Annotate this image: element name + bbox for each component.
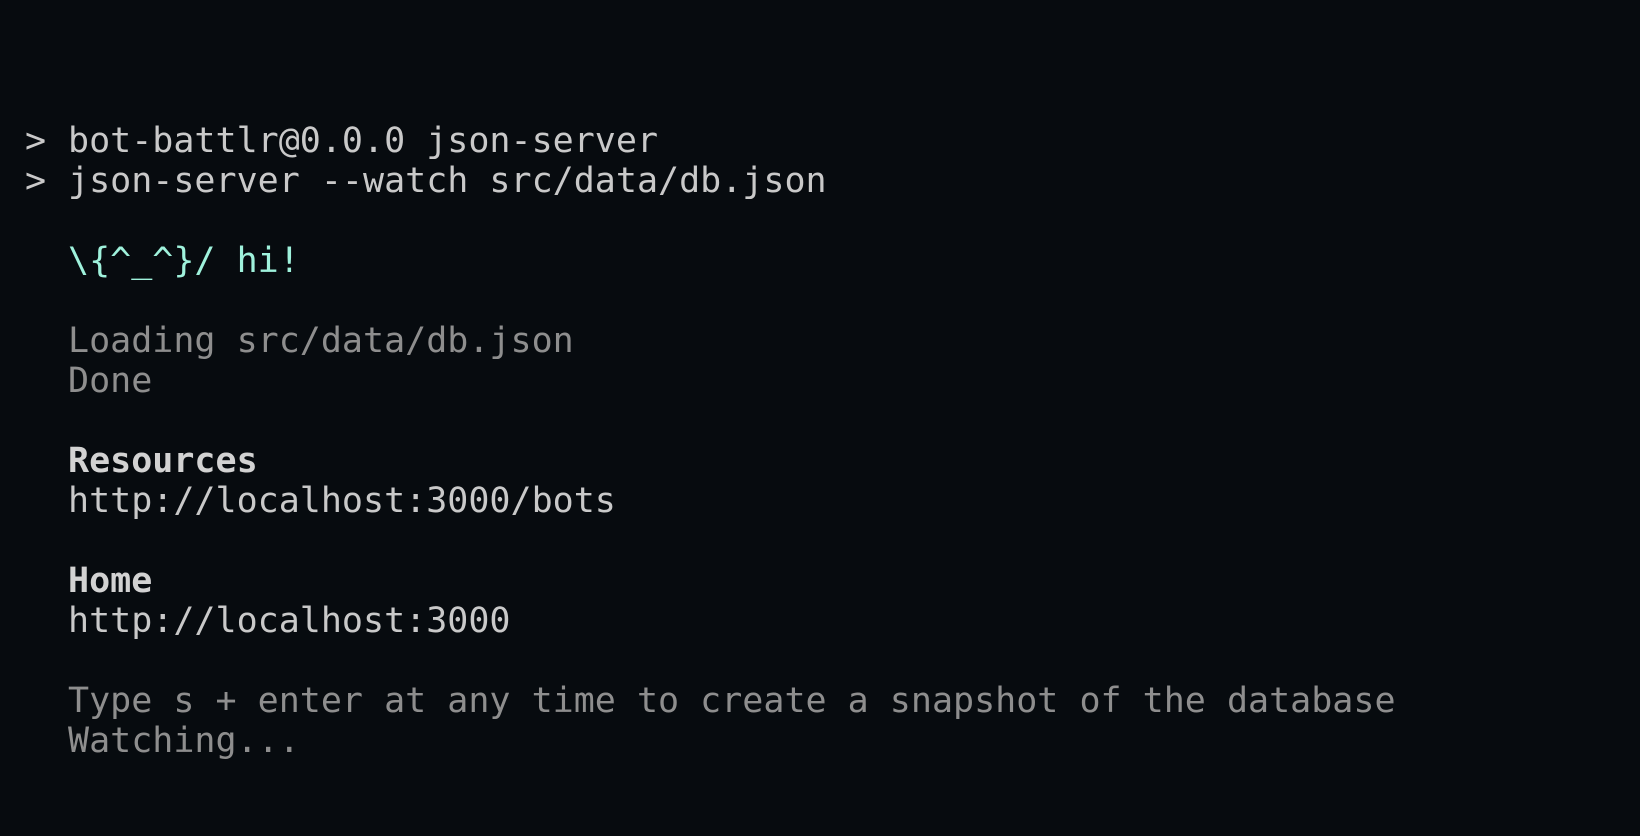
home-url[interactable]: http://localhost:3000: [68, 601, 511, 641]
done-text: Done: [68, 361, 153, 401]
resources-url[interactable]: http://localhost:3000/bots: [68, 481, 616, 521]
terminal-window[interactable]: > bot-battlr@0.0.0 json-server > json-serv…: [0, 0, 1640, 836]
prompt-symbol: >: [25, 161, 47, 201]
command-text: json-server --watch src/data/db.json: [68, 161, 827, 201]
npm-script-line: > bot-battlr@0.0.0 json-server: [0, 81, 658, 161]
loading-text: Loading src/data/db.json: [68, 321, 574, 361]
greeting-text: \{^_^}/ hi!: [68, 241, 300, 281]
snapshot-hint-text: Type s + enter at any time to create a s…: [68, 681, 1396, 721]
watching-text: Watching...: [68, 721, 300, 761]
command-line: > json-server --watch src/data/db.json: [0, 121, 827, 201]
npm-script-text: bot-battlr@0.0.0 json-server: [68, 121, 659, 161]
home-heading: Home: [68, 561, 153, 601]
resources-heading: Resources: [68, 441, 258, 481]
